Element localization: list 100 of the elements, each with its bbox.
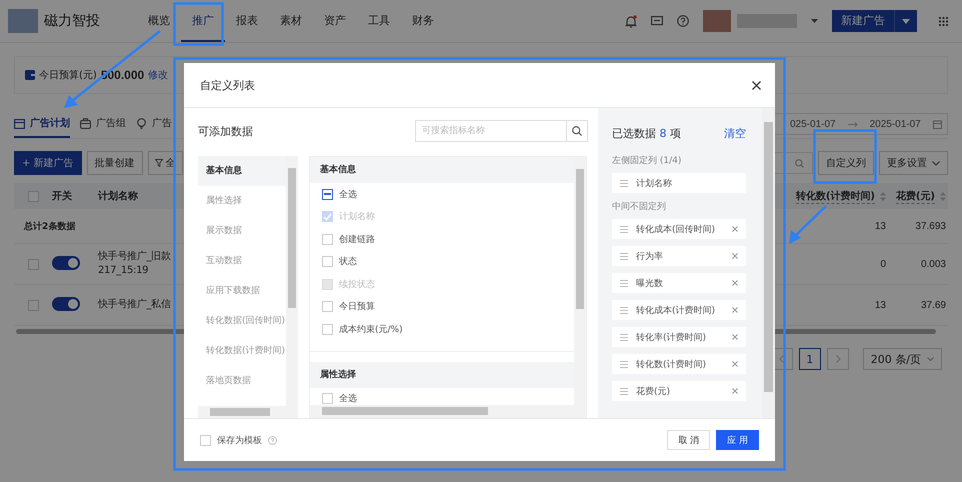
option-label: 成本约束(元/%) [339, 324, 403, 336]
drag-handle-icon [620, 226, 628, 232]
remove-icon [732, 226, 738, 232]
table-cell-text: 37.693 [914, 220, 947, 232]
help-icon [677, 15, 689, 27]
toolbar-button[interactable]: 批量创建 [86, 151, 143, 175]
section-label: 左侧固定列 (1/4) [612, 154, 682, 167]
toolbar-button[interactable]: + 新建广告 [14, 151, 82, 175]
selected-column-item[interactable]: 曝光数 [612, 273, 746, 293]
scrollbar[interactable] [762, 108, 775, 418]
dialog-title: 自定义列表 [200, 78, 255, 92]
custom-columns-button[interactable]: 自定义列 [818, 151, 874, 175]
scrollbar[interactable] [198, 406, 298, 418]
section-label: 中间不固定列 [612, 200, 667, 213]
highlight-frame [813, 129, 877, 184]
logo-block [8, 9, 38, 33]
budget-label: 今日预算(元) [39, 69, 97, 82]
summary-label: 总计2条数据 [24, 220, 76, 232]
filter-icon [154, 159, 163, 167]
selected-count-title: 已选数据 8 项 [612, 126, 681, 140]
category-item[interactable]: 基本信息 [198, 156, 286, 186]
selected-column-item[interactable]: 转化数(计费时间) [612, 354, 746, 374]
scrollbar[interactable] [310, 405, 586, 417]
remove-icon [732, 361, 738, 367]
caret-icon [902, 18, 910, 24]
nav-item[interactable]: 推广 [181, 0, 225, 42]
column-header[interactable]: 转化数(计费时间) [796, 188, 875, 204]
drag-handle-icon [620, 252, 628, 260]
new-ad-split-button[interactable]: 新建广告 [832, 10, 917, 32]
scrollbar[interactable] [286, 156, 298, 406]
cancel-button[interactable]: 取 消 [667, 430, 710, 450]
nav-item[interactable]: 素材 [269, 0, 313, 42]
blurred-username [737, 14, 797, 28]
toggle-switch[interactable] [52, 256, 80, 270]
selected-column-item[interactable]: 转化成本(计费时间) [612, 300, 746, 320]
remove-icon [732, 388, 738, 394]
drag-handle-icon [620, 334, 628, 340]
category-item[interactable]: 应用下载数据 [198, 276, 286, 306]
nav-item[interactable]: 资产 [313, 0, 357, 42]
category-item[interactable]: 落地页数据 [198, 366, 286, 396]
tab[interactable]: 广告组 [80, 110, 126, 138]
drag-handle-icon [620, 306, 628, 314]
blurred-avatar [703, 10, 731, 32]
highlight-frame [173, 2, 224, 46]
category-item[interactable]: 属性选择 [198, 186, 286, 216]
page-size-dropdown[interactable]: 200 条/页 [862, 348, 942, 370]
help-icon [268, 436, 277, 444]
toggle-switch[interactable] [52, 296, 80, 310]
selected-column-item[interactable]: 计划名称 [612, 173, 746, 193]
selected-column-item[interactable]: 花费(元) [612, 381, 746, 401]
table-cell-text: 37.69 [920, 300, 947, 310]
category-item[interactable]: 转化数据(回传时间) [198, 306, 286, 336]
clear-link[interactable]: 清空 [724, 126, 746, 140]
remove-icon [732, 253, 738, 259]
scrollbar[interactable] [574, 157, 586, 405]
tab[interactable]: 广告 [136, 110, 172, 138]
category-item[interactable]: 展示数据 [198, 216, 286, 246]
nav-item[interactable]: 工具 [357, 0, 401, 42]
table-cell-text: 0 [879, 258, 886, 270]
option-label: 今日预算 [339, 300, 375, 314]
arrow [789, 205, 827, 244]
briefcase-icon [80, 118, 91, 128]
option-label: 计划名称 [339, 210, 375, 224]
selected-column-item[interactable]: 转化成本(回传时间) [612, 219, 746, 239]
lightbulb-icon [136, 118, 147, 128]
bell-icon [625, 14, 637, 28]
option-label: 创建链路 [339, 234, 375, 246]
category-item[interactable]: 转化数据(计费时间) [198, 336, 286, 366]
checkbox-label: 保存为模板 [217, 434, 262, 446]
category-item[interactable]: 互动数据 [198, 246, 286, 276]
sort-icon [880, 192, 886, 200]
selected-column-item[interactable]: 行为率 [612, 246, 746, 266]
column-header[interactable]: 花费(元) [896, 188, 935, 204]
table-cell-text: 13 [874, 300, 886, 310]
checkbox[interactable] [322, 188, 333, 200]
nav-item[interactable]: 报表 [225, 0, 269, 42]
chevron-down-icon [932, 160, 940, 166]
arrow-right-icon [848, 122, 858, 126]
calendar-icon [14, 118, 25, 128]
sort-icon [940, 192, 946, 200]
table-cell: 217_15:19 [98, 264, 148, 278]
table-cell: 快手号推广_旧款 [98, 250, 171, 264]
remove-icon [732, 334, 738, 340]
table-cell-text: 0.003 [920, 258, 947, 270]
search-field[interactable]: 可搜索指标名称 [415, 120, 588, 142]
option-label: 状态 [339, 256, 357, 268]
group-title: 属性选择 [310, 362, 574, 388]
apply-button[interactable]: 应 用 [716, 430, 759, 450]
nav-item[interactable]: 概览 [137, 0, 181, 42]
remove-icon [732, 280, 738, 286]
brand-name: 磁力智投 [44, 12, 100, 30]
search-icon [795, 158, 804, 168]
more-settings-dropdown[interactable]: 更多设置 [879, 151, 948, 175]
drag-handle-icon [620, 388, 628, 394]
tab[interactable]: 广告计划 [14, 110, 70, 138]
edit-link[interactable]: 修改 [148, 68, 168, 82]
nav-item[interactable]: 财务 [401, 0, 445, 42]
page-button[interactable]: 1 [798, 348, 821, 370]
search-icon [572, 126, 582, 136]
selected-column-item[interactable]: 转化率(计费时间) [612, 327, 746, 347]
